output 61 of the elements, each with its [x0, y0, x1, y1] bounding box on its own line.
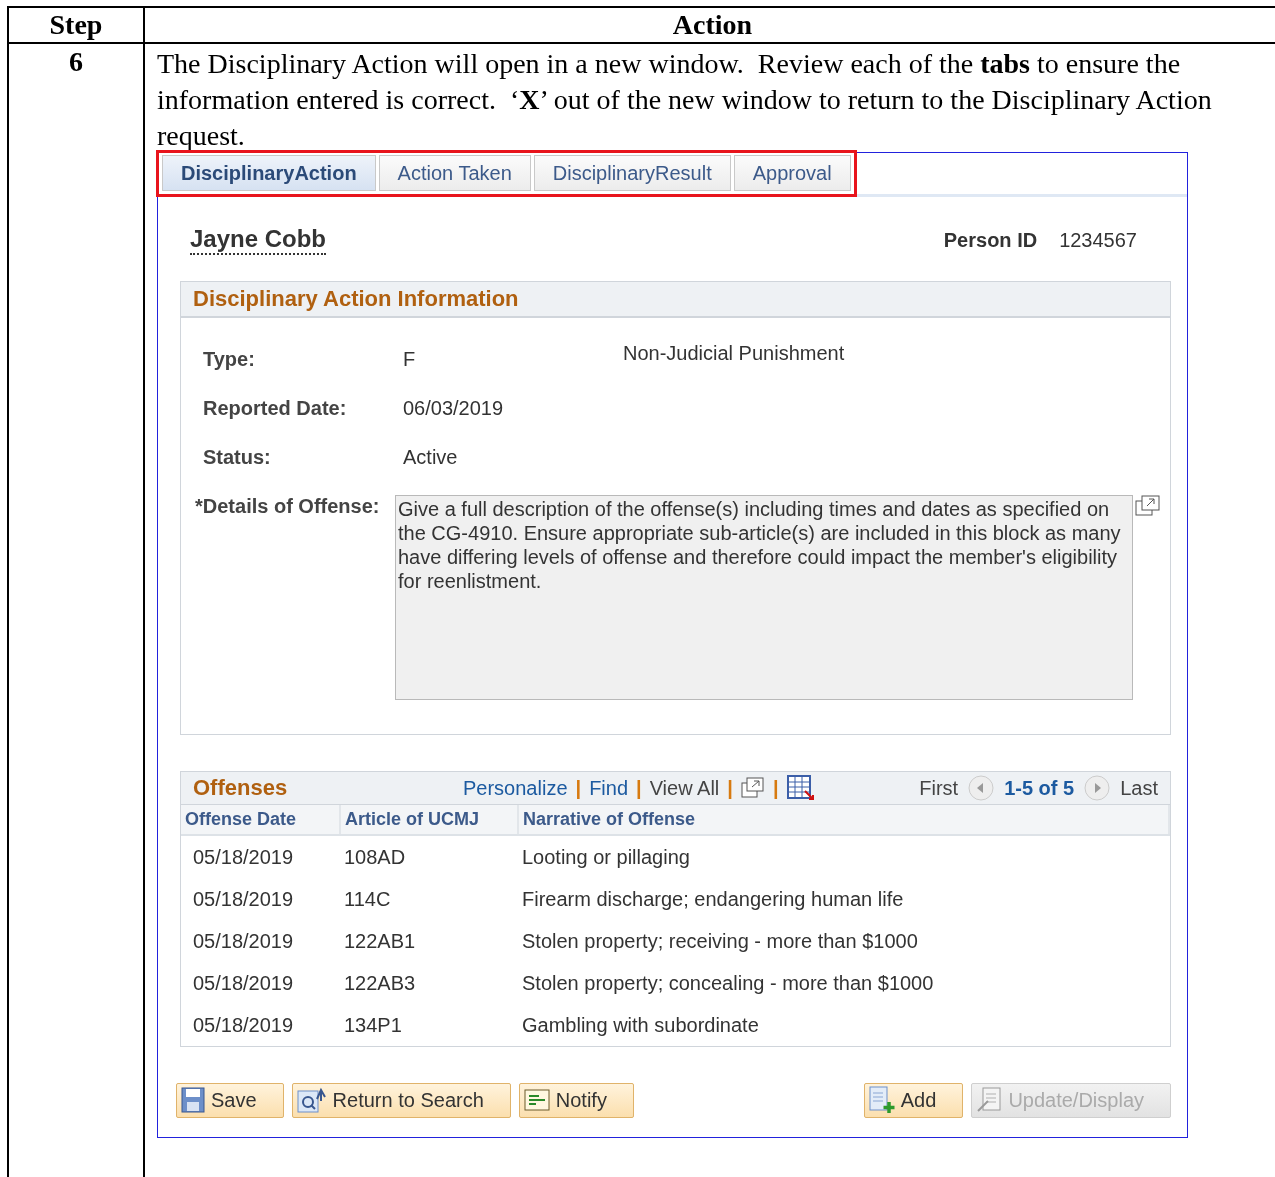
table-cell-text: Stolen property; receiving - more than $1000	[521, 929, 919, 954]
field-label: Reported Date:	[203, 397, 348, 420]
table-cell: 05/18/2019	[181, 835, 340, 878]
note-icon	[523, 1089, 550, 1111]
field-description: Non-Judicial Punishment	[623, 342, 846, 366]
grid-link[interactable]: Personalize	[463, 776, 568, 800]
new-window-icon[interactable]	[740, 777, 765, 799]
table-cell-text: Gambling with subordinate	[521, 1013, 760, 1038]
separator: |	[727, 776, 733, 800]
row-range: 1-5 of 5	[1004, 776, 1075, 800]
column-header: Action	[144, 7, 1275, 43]
table-cell-text: 134P1	[343, 1013, 403, 1038]
field-label: Status:	[203, 446, 272, 469]
table-cell-text: Firearm discharge; endangering human life	[521, 887, 905, 912]
field-value: 06/03/2019	[403, 397, 505, 420]
step-number: 6	[8, 43, 144, 1177]
table-cell-text: 122AB1	[343, 929, 417, 954]
table-cell: Looting or pillaging	[518, 835, 1169, 878]
person-id-value: 1234567	[1059, 228, 1137, 252]
instruction-text: The Disciplinary Action will open in a new window. Review each of the tabs to ensure the information entered is correct. ‘X’ out of the new window to return to the Disciplinary Action request.	[157, 47, 1213, 153]
document-plus-icon	[868, 1086, 895, 1114]
tab[interactable]: DisciplinaryResult	[533, 155, 731, 191]
table-cell-text: 05/18/2019	[192, 971, 295, 996]
table-cell-text: 114C	[343, 887, 392, 912]
separator: |	[636, 776, 642, 800]
view-all-text: View All	[649, 776, 720, 800]
column-header[interactable]: Narrative of Offense	[518, 805, 1169, 835]
expand-window-icon[interactable]	[1135, 495, 1161, 517]
magnifier-arrow-icon	[296, 1087, 327, 1113]
tab[interactable]: Approval	[733, 155, 851, 191]
table-cell-text: 122AB3	[343, 971, 417, 996]
field-value: Active	[403, 446, 459, 469]
separator: |	[772, 776, 779, 800]
tab[interactable]: DisciplinaryAction	[162, 155, 376, 191]
column-header[interactable]: Article of UCMJ	[340, 805, 518, 835]
tab[interactable]: Action Taken	[378, 155, 531, 191]
table-cell-text: 05/18/2019	[192, 1013, 295, 1038]
grid-title: Offenses	[193, 775, 289, 801]
separator: |	[575, 776, 582, 800]
table-cell-text: Stolen property; concealing - more than $1000	[521, 971, 935, 996]
action-button[interactable]: Add	[863, 1083, 964, 1118]
first-link[interactable]: First	[919, 776, 959, 800]
document-pencil-icon	[976, 1087, 1003, 1113]
grid-link[interactable]: Find	[589, 776, 629, 800]
person-name[interactable]: Jayne Cobb	[190, 225, 327, 255]
spreadsheet-icon[interactable]	[786, 775, 815, 801]
section-title: Disciplinary Action Information	[181, 282, 1170, 318]
action-button[interactable]: Save	[176, 1083, 284, 1118]
action-button[interactable]: Return to Search	[291, 1083, 511, 1118]
last-link[interactable]: Last	[1120, 776, 1158, 800]
table-cell: 108AD	[340, 835, 518, 878]
table-cell-text: 05/18/2019	[192, 887, 295, 912]
action-button[interactable]: Notify	[518, 1083, 634, 1118]
details-field[interactable]: Give a full description of the offense(s) including times and dates as specified on the CG-4910. Ensure appropriate sub-article(s) are included in this block as many have differing levels of offense and therefore could impact the member's eligibility for reenlistment.	[395, 495, 1133, 700]
column-header[interactable]: Offense Date	[181, 805, 340, 835]
table-cell-text: 05/18/2019	[192, 929, 295, 954]
field-value: F	[403, 348, 417, 371]
column-header: Step	[8, 7, 144, 43]
field-label: Type:	[203, 348, 256, 371]
person-id-label: Person ID	[943, 228, 1038, 252]
field-label: *Details of Offense:	[195, 495, 381, 519]
